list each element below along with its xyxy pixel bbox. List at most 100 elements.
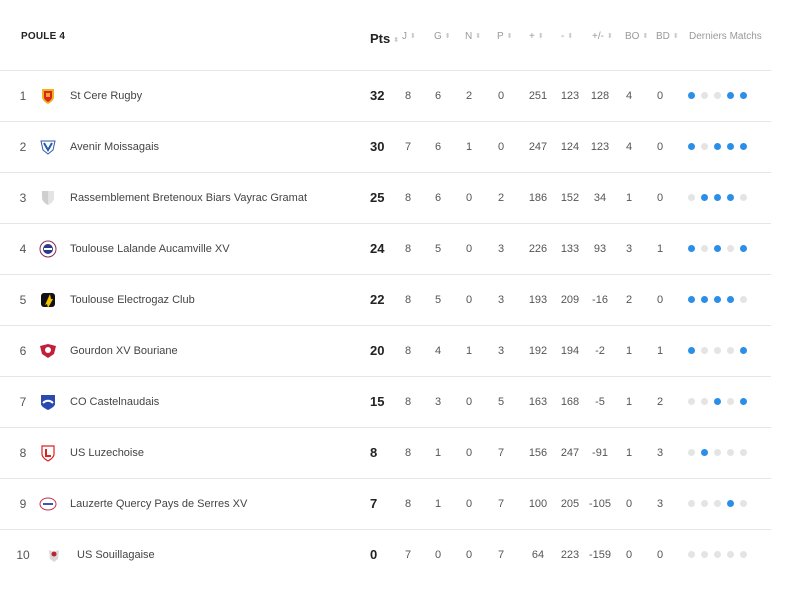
rank: 6 xyxy=(19,344,27,358)
match-win-dot xyxy=(740,143,747,150)
col-bo[interactable]: BO ⬍ xyxy=(625,31,648,42)
table-row[interactable]: 3 Rassemblement Bretenoux Biars Vayrac Gr… xyxy=(0,173,771,224)
col-p-label: P xyxy=(497,31,504,42)
table-row[interactable]: 5 Toulouse Electrogaz Club 22 8 5 0 3 193 209 -16… xyxy=(0,275,771,326)
col-p[interactable]: P ⬍ xyxy=(497,31,513,42)
cell-plus: 193 xyxy=(528,294,548,306)
col-j-label: J xyxy=(402,31,407,42)
table-header: POULE 4 Pts ⬍ J ⬍ G ⬍ N ⬍ P ⬍ + ⬍ - ⬍ +/- ⬍ BO ⬍ … xyxy=(0,0,771,71)
col-bd[interactable]: BD ⬍ xyxy=(656,31,679,42)
cell-j: 8 xyxy=(404,90,412,102)
cell-bd: 0 xyxy=(656,549,664,561)
cell-pts: 30 xyxy=(370,139,385,154)
table-row[interactable]: 6 Gourdon XV Bouriane 20 8 4 1 3 192 194 -2 1 1 xyxy=(0,326,771,377)
team-name-link[interactable]: St Cere Rugby xyxy=(70,71,142,121)
team-logo-icon xyxy=(39,444,57,462)
match-win-dot xyxy=(727,500,734,507)
cell-n: 2 xyxy=(465,90,473,102)
rank: 8 xyxy=(19,446,27,460)
sort-icon: ⬍ xyxy=(672,33,679,40)
table-row[interactable]: 1 St Cere Rugby 32 8 6 2 0 251 123 128 4 0 xyxy=(0,71,771,122)
cell-j: 7 xyxy=(404,549,412,561)
match-other-dot xyxy=(701,500,708,507)
col-g-label: G xyxy=(434,31,442,42)
cell-bo: 1 xyxy=(625,192,633,204)
cell-p: 3 xyxy=(497,345,505,357)
cell-p: 7 xyxy=(497,447,505,459)
match-other-dot xyxy=(688,398,695,405)
cell-j: 8 xyxy=(404,447,412,459)
table-row[interactable]: 8 US Luzechoise 8 8 1 0 7 156 247 -91 1 3 xyxy=(0,428,771,479)
cell-bd: 1 xyxy=(656,345,664,357)
col-n[interactable]: N ⬍ xyxy=(465,31,481,42)
cell-minus: 209 xyxy=(560,294,580,306)
cell-j: 8 xyxy=(404,192,412,204)
col-j[interactable]: J ⬍ xyxy=(402,31,416,42)
cell-g: 5 xyxy=(434,294,442,306)
cell-bo: 4 xyxy=(625,141,633,153)
cell-g: 1 xyxy=(434,498,442,510)
sort-icon: ⬍ xyxy=(444,33,451,40)
col-pts[interactable]: Pts ⬍ xyxy=(370,31,399,46)
table-row[interactable]: 10 US Souillagaise 0 7 0 0 7 64 223 -159 0 0 xyxy=(0,530,771,580)
table-row[interactable]: 9 Lauzerte Quercy Pays de Serres XV 7 8 1 0 7 1… xyxy=(0,479,771,530)
cell-pts: 22 xyxy=(370,292,385,307)
team-name-link[interactable]: Toulouse Electrogaz Club xyxy=(70,275,195,325)
table-row[interactable]: 2 Avenir Moissagais 30 7 6 1 0 247 124 123 4 0 xyxy=(0,122,771,173)
match-other-dot xyxy=(688,449,695,456)
team-name-link[interactable]: Lauzerte Quercy Pays de Serres XV xyxy=(70,479,247,529)
cell-n: 1 xyxy=(465,141,473,153)
team-name-link[interactable]: US Luzechoise xyxy=(70,428,144,478)
sort-icon: ⬍ xyxy=(642,33,649,40)
rank: 7 xyxy=(19,395,27,409)
team-name-link[interactable]: Rassemblement Bretenoux Biars Vayrac Gra… xyxy=(70,173,307,223)
col-g[interactable]: G ⬍ xyxy=(434,31,451,42)
cell-g: 6 xyxy=(434,192,442,204)
match-other-dot xyxy=(727,347,734,354)
cell-minus: 152 xyxy=(560,192,580,204)
col-plus[interactable]: + ⬍ xyxy=(529,31,544,42)
match-win-dot xyxy=(688,347,695,354)
cell-minus: 247 xyxy=(560,447,580,459)
col-bd-label: BD xyxy=(656,31,670,42)
match-other-dot xyxy=(740,296,747,303)
match-other-dot xyxy=(701,347,708,354)
cell-plus: 192 xyxy=(528,345,548,357)
match-other-dot xyxy=(740,194,747,201)
team-name-link[interactable]: CO Castelnaudais xyxy=(70,377,159,427)
cell-g: 1 xyxy=(434,447,442,459)
cell-g: 5 xyxy=(434,243,442,255)
sort-icon: ⬍ xyxy=(410,33,416,40)
team-name-link[interactable]: US Souillagaise xyxy=(77,530,155,580)
table-row[interactable]: 7 CO Castelnaudais 15 8 3 0 5 163 168 -5 1 2 xyxy=(0,377,771,428)
cell-n: 0 xyxy=(465,192,473,204)
col-minus[interactable]: - ⬍ xyxy=(561,31,573,42)
cell-bd: 3 xyxy=(656,447,664,459)
cell-pts: 25 xyxy=(370,190,385,205)
team-name-link[interactable]: Toulouse Lalande Aucamville XV xyxy=(70,224,230,274)
col-last-matches: Derniers Matchs xyxy=(689,31,762,42)
cell-diff: -5 xyxy=(595,396,605,408)
match-other-dot xyxy=(701,92,708,99)
pool-title: POULE 4 xyxy=(21,31,66,42)
cell-g: 6 xyxy=(434,141,442,153)
match-other-dot xyxy=(714,92,721,99)
match-win-dot xyxy=(740,92,747,99)
cell-plus: 100 xyxy=(528,498,548,510)
cell-p: 0 xyxy=(497,141,505,153)
match-other-dot xyxy=(688,551,695,558)
team-name-link[interactable]: Gourdon XV Bouriane xyxy=(70,326,178,376)
rank: 4 xyxy=(19,242,27,256)
team-name-link[interactable]: Avenir Moissagais xyxy=(70,122,159,172)
cell-p: 2 xyxy=(497,192,505,204)
cell-diff: 128 xyxy=(590,90,610,102)
match-win-dot xyxy=(714,194,721,201)
cell-minus: 133 xyxy=(560,243,580,255)
cell-j: 8 xyxy=(404,294,412,306)
col-diff[interactable]: +/- ⬍ xyxy=(592,31,613,42)
match-other-dot xyxy=(740,500,747,507)
cell-minus: 168 xyxy=(560,396,580,408)
cell-bd: 0 xyxy=(656,192,664,204)
match-other-dot xyxy=(714,551,721,558)
table-row[interactable]: 4 Toulouse Lalande Aucamville XV 24 8 5 0 3 226… xyxy=(0,224,771,275)
